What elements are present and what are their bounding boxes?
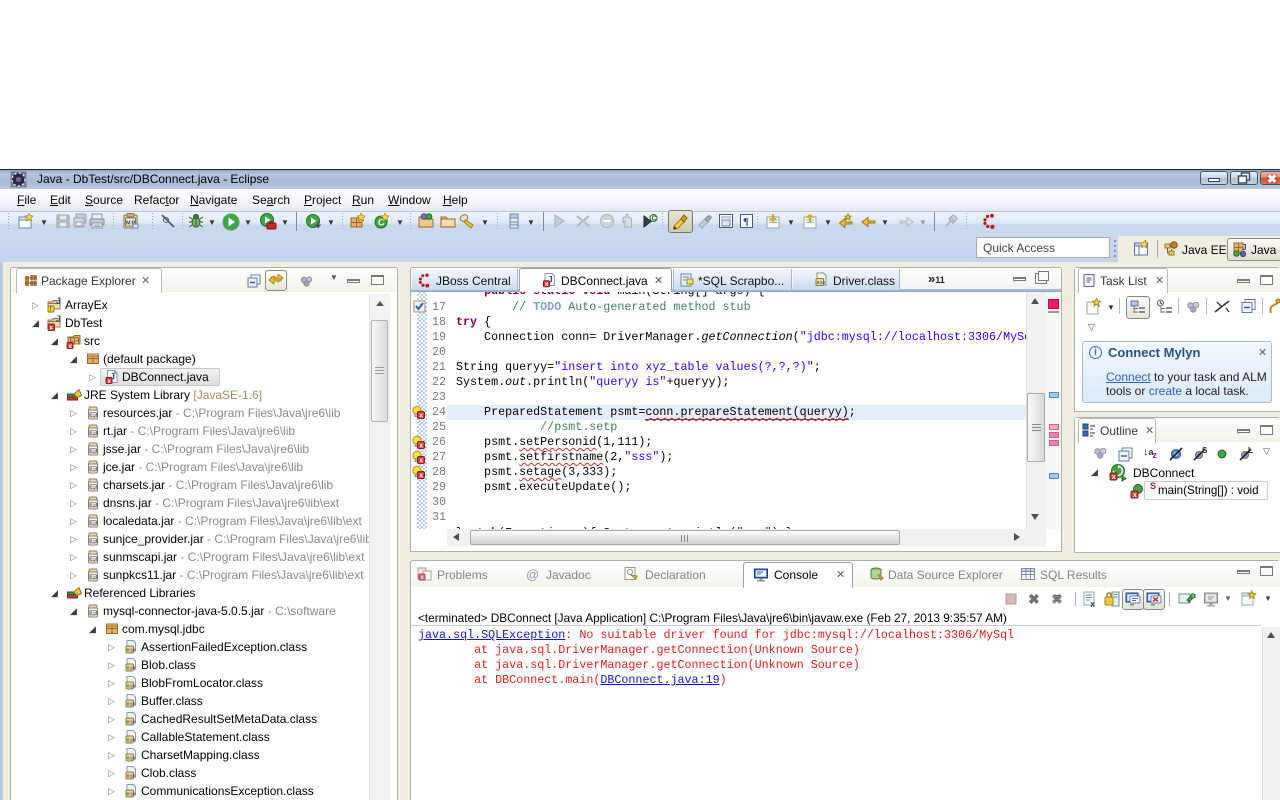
svg-text:010: 010 xyxy=(90,431,99,437)
svg-text:x: x xyxy=(419,458,423,465)
svg-text:010: 010 xyxy=(90,521,99,527)
svg-text:010: 010 xyxy=(90,467,99,473)
svg-text:010: 010 xyxy=(90,449,99,455)
svg-text:x: x xyxy=(1090,599,1095,608)
svg-text:010: 010 xyxy=(90,575,99,581)
svg-text:x: x xyxy=(49,324,53,331)
svg-text:¶: ¶ xyxy=(743,216,749,228)
svg-text:010: 010 xyxy=(127,702,136,708)
svg-text:J: J xyxy=(1242,243,1246,252)
svg-text:010: 010 xyxy=(90,557,99,563)
svg-text:x: x xyxy=(68,343,72,349)
svg-text:x: x xyxy=(1133,492,1137,499)
svg-text:010: 010 xyxy=(90,611,99,617)
svg-text:010: 010 xyxy=(817,280,826,286)
svg-text:010: 010 xyxy=(90,503,99,509)
svg-text:x: x xyxy=(1112,474,1116,481)
svg-text:010: 010 xyxy=(127,666,136,672)
svg-text:010: 010 xyxy=(127,684,136,690)
svg-text:010: 010 xyxy=(127,738,136,744)
svg-text:010: 010 xyxy=(90,485,99,491)
svg-text:x: x xyxy=(419,473,423,480)
svg-text:J: J xyxy=(56,315,61,324)
svg-text:010: 010 xyxy=(90,539,99,545)
svg-text:M: M xyxy=(126,221,131,227)
svg-text:x: x xyxy=(419,443,423,450)
svg-text:010: 010 xyxy=(127,648,136,654)
svg-text:010: 010 xyxy=(127,756,136,762)
svg-text:!: ! xyxy=(50,306,52,313)
svg-text:x: x xyxy=(545,281,549,288)
svg-text:x: x xyxy=(419,413,423,420)
svg-text:010: 010 xyxy=(127,720,136,726)
svg-text:010: 010 xyxy=(90,413,99,419)
svg-text:C: C xyxy=(652,216,657,223)
svg-text:x: x xyxy=(107,378,111,385)
svg-text:010: 010 xyxy=(127,792,136,798)
svg-text:J: J xyxy=(56,297,61,306)
svg-text:010: 010 xyxy=(127,774,136,780)
